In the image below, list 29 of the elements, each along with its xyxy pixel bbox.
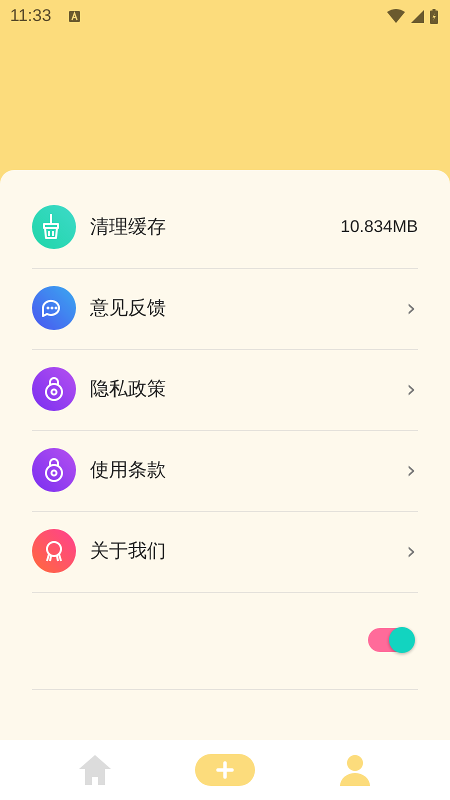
toggle-switch[interactable] bbox=[368, 628, 414, 652]
settings-item[interactable]: 隐私政策 › bbox=[32, 350, 418, 431]
item-label: 清理缓存 bbox=[90, 215, 167, 240]
padlock-icon bbox=[32, 448, 76, 492]
chat-icon bbox=[32, 286, 76, 330]
cache-size: 10.834MB bbox=[340, 217, 418, 237]
add-button[interactable] bbox=[195, 754, 255, 786]
item-label: 意见反馈 bbox=[90, 296, 167, 321]
chevron-icon: › bbox=[406, 539, 416, 563]
chevron-icon: › bbox=[406, 296, 416, 320]
settings-item[interactable]: 意见反馈 › bbox=[32, 269, 418, 350]
wifi-icon bbox=[387, 9, 405, 23]
battery-icon bbox=[430, 8, 438, 24]
settings-item[interactable]: 清理缓存 10.834MB bbox=[32, 188, 418, 269]
medal-icon bbox=[32, 529, 76, 573]
notification-icon bbox=[69, 10, 80, 22]
settings-item[interactable]: 使用条款 › bbox=[32, 431, 418, 512]
status-time: 11:33 bbox=[10, 6, 52, 26]
profile-icon[interactable] bbox=[337, 752, 373, 788]
item-label: 使用条款 bbox=[90, 458, 167, 483]
signal-icon bbox=[411, 10, 424, 22]
chevron-icon: › bbox=[406, 458, 416, 482]
home-icon[interactable] bbox=[77, 752, 113, 788]
settings-item[interactable]: 关于我们 › bbox=[32, 512, 418, 593]
item-label: 关于我们 bbox=[90, 539, 167, 564]
chevron-icon: › bbox=[406, 377, 416, 401]
item-label: 隐私政策 bbox=[90, 377, 167, 402]
broom-icon bbox=[32, 205, 76, 249]
padlock-icon bbox=[32, 367, 76, 411]
